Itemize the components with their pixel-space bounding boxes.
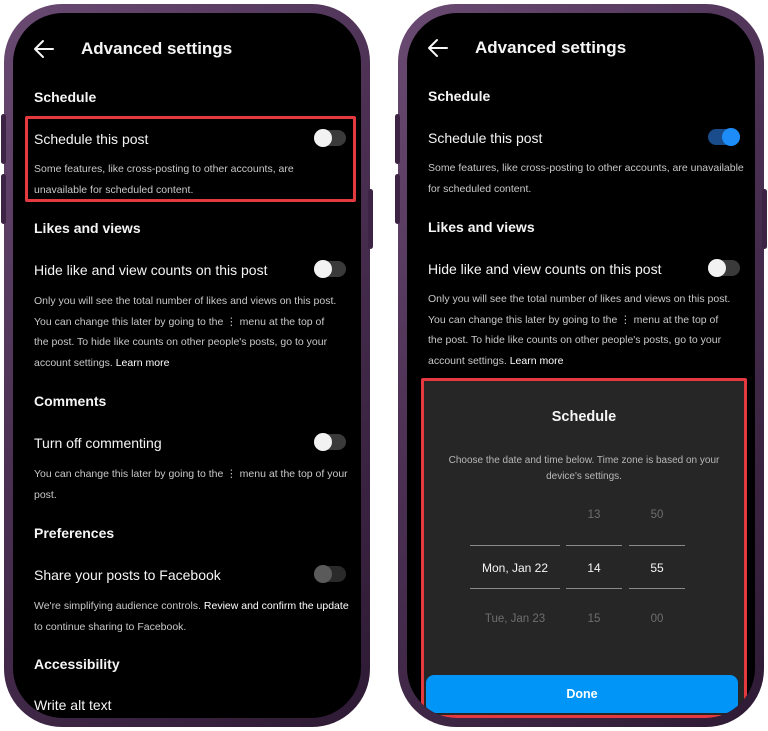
section-comments: Comments (34, 393, 107, 409)
volume-up-button (395, 114, 400, 164)
preferences-desc-prefix: We're simplifying audience controls. (34, 600, 201, 612)
section-accessibility: Accessibility (34, 656, 120, 672)
minute-selected-option[interactable]: 55 (629, 561, 685, 575)
learn-more-link[interactable]: Learn more (510, 355, 564, 367)
hide-likes-desc-line4-text: account settings. (428, 354, 507, 367)
toggle-knob (314, 129, 332, 147)
schedule-post-toggle[interactable] (314, 129, 346, 147)
hide-likes-toggle[interactable] (708, 259, 740, 277)
toggle-knob (314, 433, 332, 451)
left-screen: Advanced settings Schedule Schedule this… (13, 13, 361, 718)
hide-likes-desc-line1: Only you will see the total number of li… (428, 293, 731, 305)
section-likes-views: Likes and views (34, 220, 141, 236)
power-button (762, 189, 767, 249)
volume-down-button (1, 174, 6, 224)
share-to-facebook-toggle[interactable] (314, 565, 346, 583)
power-button (368, 189, 373, 249)
date-selected-option[interactable]: Mon, Jan 22 (470, 561, 560, 575)
hide-likes-desc-line3: the post. To hide like counts on other p… (428, 334, 722, 346)
hour-select-line-top (566, 545, 622, 546)
minute-next-option[interactable]: 00 (629, 613, 685, 625)
sheet-description: Choose the date and time below. Time zon… (436, 453, 732, 485)
comments-desc-line1: You can change this later by going to th… (34, 468, 348, 480)
schedule-post-label: Schedule this post (34, 131, 149, 147)
minute-prev-option[interactable]: 50 (629, 509, 685, 521)
share-to-facebook-label: Share your posts to Facebook (34, 567, 221, 583)
hide-likes-label: Hide like and view counts on this post (428, 261, 662, 277)
minute-select-line-bottom (629, 588, 685, 589)
hour-select-line-bottom (566, 588, 622, 589)
section-schedule: Schedule (428, 88, 491, 104)
write-alt-text-item[interactable]: Write alt text (34, 697, 340, 713)
date-select-line-bottom (470, 588, 560, 589)
schedule-desc-line2: for scheduled content. (428, 182, 532, 195)
right-screen: Advanced settings Schedule Schedule this… (407, 13, 755, 718)
header: Advanced settings (33, 35, 341, 63)
page-title: Advanced settings (81, 39, 233, 58)
sheet-desc-line1: Choose the date and time below. Time zon… (448, 455, 720, 466)
preferences-desc-line2: to continue sharing to Facebook. (34, 620, 187, 633)
section-schedule: Schedule (34, 89, 97, 105)
toggle-knob (314, 565, 332, 583)
hide-likes-desc-line4-text: account settings. (34, 356, 113, 369)
minute-select-line-top (629, 545, 685, 546)
hide-likes-desc-line2: You can change this later by going to th… (34, 315, 325, 328)
toggle-knob (722, 128, 740, 146)
header: Advanced settings (427, 34, 735, 62)
back-arrow-icon[interactable] (33, 38, 55, 60)
learn-more-link[interactable]: Learn more (116, 357, 170, 369)
preferences-desc-line1: We're simplifying audience controls. Rev… (34, 596, 357, 617)
sheet-desc-line2: device's settings. (546, 471, 622, 482)
hide-likes-desc-line4: account settings. Learn more (34, 353, 357, 374)
hide-likes-label: Hide like and view counts on this post (34, 262, 268, 278)
hide-likes-desc-line3: the post. To hide like counts on other p… (34, 336, 328, 348)
section-preferences: Preferences (34, 525, 115, 541)
back-arrow-icon[interactable] (427, 37, 449, 59)
hide-likes-desc-line2: You can change this later by going to th… (428, 313, 719, 326)
done-button[interactable]: Done (426, 675, 738, 713)
hour-prev-option[interactable]: 13 (566, 509, 622, 521)
schedule-post-description: Some features, like cross-posting to oth… (34, 163, 294, 196)
hide-likes-desc-line4: account settings. Learn more (428, 351, 751, 372)
left-phone-frame: Advanced settings Schedule Schedule this… (1, 4, 373, 727)
volume-up-button (1, 114, 6, 164)
volume-down-button (395, 174, 400, 224)
schedule-post-description: Some features, like cross-posting to oth… (428, 158, 751, 199)
turn-off-commenting-toggle[interactable] (314, 433, 346, 451)
date-next-option[interactable]: Tue, Jan 23 (470, 613, 560, 625)
right-phone-frame: Advanced settings Schedule Schedule this… (395, 4, 767, 727)
schedule-bottom-sheet: Schedule Choose the date and time below.… (421, 378, 747, 718)
hide-likes-description: Only you will see the total number of li… (34, 291, 357, 373)
review-update-link[interactable]: Review and confirm the update (204, 600, 349, 612)
page-title: Advanced settings (475, 38, 627, 57)
schedule-post-toggle[interactable] (708, 128, 740, 146)
hour-next-option[interactable]: 15 (566, 613, 622, 625)
section-likes-views: Likes and views (428, 219, 535, 235)
comments-description: You can change this later by going to th… (34, 464, 357, 505)
hour-selected-option[interactable]: 14 (566, 561, 622, 575)
hide-likes-desc-line1: Only you will see the total number of li… (34, 295, 337, 307)
toggle-knob (314, 260, 332, 278)
turn-off-commenting-label: Turn off commenting (34, 435, 162, 451)
preferences-description: We're simplifying audience controls. Rev… (34, 596, 357, 637)
schedule-desc-line1: Some features, like cross-posting to oth… (428, 162, 744, 174)
comments-desc-line2: post. (34, 488, 57, 501)
schedule-post-label: Schedule this post (428, 130, 543, 146)
hide-likes-description: Only you will see the total number of li… (428, 289, 751, 371)
date-select-line-top (470, 545, 560, 546)
toggle-knob (708, 259, 726, 277)
sheet-title: Schedule (551, 409, 617, 425)
hide-likes-toggle[interactable] (314, 260, 346, 278)
